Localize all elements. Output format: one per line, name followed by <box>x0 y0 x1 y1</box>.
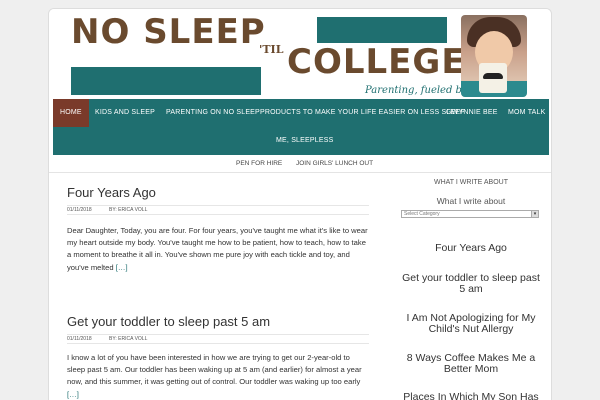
nav-item-home[interactable]: HOME <box>53 99 89 127</box>
post-title[interactable]: Four Years Ago <box>67 185 369 200</box>
post-meta: 01/11/2018 BY: ERICA VOLL <box>67 334 369 344</box>
page-wrapper: NO SLEEP 'TIL COLLEGE Parenting, fueled … <box>48 8 552 400</box>
chevron-down-icon[interactable]: ▾ <box>531 211 538 217</box>
nav-item-kids-and-sleep[interactable]: KIDS AND SLEEP <box>95 99 155 127</box>
nav-item-parenting-on-no-sleep[interactable]: PARENTING ON NO SLEEP <box>166 99 260 127</box>
subnav-item-pen-for-hire[interactable]: PEN FOR HIRE <box>236 160 282 167</box>
nav-item-me-sleepless[interactable]: ME, SLEEPLESS <box>276 127 333 155</box>
site-header: NO SLEEP 'TIL COLLEGE Parenting, fueled … <box>49 9 551 99</box>
post-date: 01/11/2018 <box>67 207 92 213</box>
category-select[interactable]: Select Category ▾ <box>401 210 539 218</box>
sidebar-link[interactable]: Four Years Ago <box>401 243 541 254</box>
sidebar-link[interactable]: Places In Which My Son Has Pulled Down H… <box>401 392 541 400</box>
subnav-item-join-girls-lunch-out[interactable]: JOIN GIRLS' LUNCH OUT <box>296 160 373 167</box>
post-date: 01/11/2018 <box>67 336 92 342</box>
header-teal-bar-top <box>317 17 447 43</box>
read-more-link[interactable]: […] <box>116 263 128 272</box>
post-excerpt: I know a lot of you have been interested… <box>67 352 369 400</box>
post-excerpt: Dear Daughter, Today, you are four. For … <box>67 225 369 274</box>
profile-photo <box>461 15 527 97</box>
post-meta: 01/11/2018 BY: ERICA VOLL <box>67 205 369 215</box>
post-author[interactable]: BY: ERICA VOLL <box>109 207 147 213</box>
nav-item-mom-talk[interactable]: MOM TALK <box>508 99 546 127</box>
header-teal-bar-bottom <box>71 67 261 95</box>
post-title[interactable]: Get your toddler to sleep past 5 am <box>67 314 369 329</box>
post-entry: Four Years Ago 01/11/2018 BY: ERICA VOLL… <box>67 185 369 272</box>
sidebar-link[interactable]: Get your toddler to sleep past 5 am <box>401 273 541 295</box>
post-author[interactable]: BY: ERICA VOLL <box>109 336 147 342</box>
nav-item-products[interactable]: PRODUCTS TO MAKE YOUR LIFE EASIER ON LES… <box>260 99 465 127</box>
logo-line1[interactable]: NO SLEEP <box>71 15 266 49</box>
secondary-nav: PEN FOR HIRE JOIN GIRLS' LUNCH OUT <box>49 157 551 173</box>
post-excerpt-text: Dear Daughter, Today, you are four. For … <box>67 226 368 272</box>
widget-subtitle: What I write about <box>436 196 506 206</box>
nav-item-gwynnie-bee[interactable]: GWYNNIE BEE <box>446 99 498 127</box>
read-more-link[interactable]: […] <box>67 390 79 399</box>
post-excerpt-text: I know a lot of you have been interested… <box>67 353 362 387</box>
sidebar-link[interactable]: 8 Ways Coffee Makes Me a Better Mom <box>401 353 541 375</box>
logo-til: 'TIL <box>259 43 284 56</box>
category-select-value: Select Category <box>404 211 440 217</box>
sidebar-link[interactable]: I Am Not Apologizing for My Child's Nut … <box>401 313 541 335</box>
post-entry: Get your toddler to sleep past 5 am 01/1… <box>67 314 369 399</box>
logo-line2[interactable]: COLLEGE <box>287 45 466 79</box>
widget-title: WHAT I WRITE ABOUT <box>433 179 509 186</box>
main-nav: HOME KIDS AND SLEEP PARENTING ON NO SLEE… <box>53 99 549 155</box>
